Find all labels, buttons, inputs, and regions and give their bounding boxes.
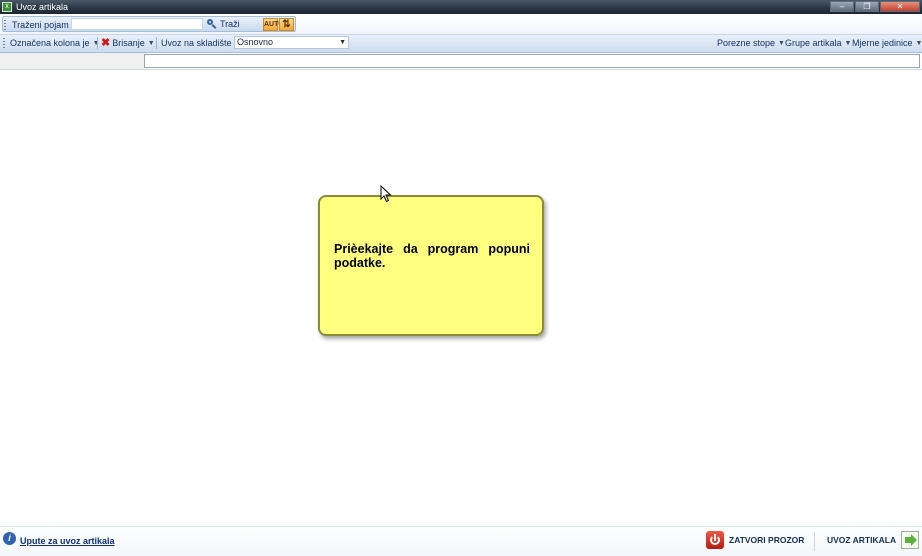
search-toolbar: Traženi pojam Traži AUTO ⇅: [0, 14, 922, 35]
search-strip: Traženi pojam Traži AUTO ⇅: [2, 16, 296, 32]
main-toolbar: Označena kolona je ▼ ✖ Brisanje ▼ Uvoz n…: [0, 35, 922, 53]
units-label: Mjerne jedinice: [852, 38, 913, 48]
import-articles-button[interactable]: UVOZ ARTIKALA: [827, 531, 920, 549]
warehouse-select[interactable]: Osnovno ▼: [234, 36, 349, 49]
toolbar-grip-icon[interactable]: [3, 38, 5, 48]
marked-column-label: Označena kolona je: [10, 38, 90, 48]
warehouse-value: Osnovno: [237, 37, 274, 47]
minimize-icon[interactable]: –: [830, 1, 854, 12]
wait-message-text: Prièekajte da program popuni podatke.: [334, 242, 530, 270]
arrow-right-icon: [901, 531, 920, 549]
magnifier-icon: [207, 19, 217, 29]
window-controls: – ❐ ✕: [829, 1, 920, 12]
mouse-cursor-icon: [380, 185, 392, 203]
power-icon: [706, 531, 724, 549]
delete-label: Brisanje: [112, 38, 145, 48]
close-icon[interactable]: ✕: [880, 1, 920, 12]
search-button-label: Traži: [220, 19, 240, 29]
restore-icon[interactable]: ❐: [855, 1, 879, 12]
chevron-down-icon: ▼: [778, 39, 785, 47]
info-icon: i: [3, 532, 16, 545]
excel-sheet-icon: x: [2, 2, 12, 12]
status-divider: [814, 532, 815, 551]
window-title: Uvoz artikala: [16, 2, 69, 12]
article-groups-menu[interactable]: Grupe artikala ▼: [785, 38, 851, 48]
chevron-down-icon: ▼: [844, 39, 852, 47]
chevron-down-icon: ▼: [147, 39, 155, 47]
auto-width-columns-icon[interactable]: AUTO: [263, 18, 284, 31]
tax-rates-menu[interactable]: Porezne stope ▼: [717, 38, 785, 48]
title-bar: x Uvoz artikala – ❐ ✕: [0, 0, 922, 14]
import-articles-label: UVOZ ARTIKALA: [827, 535, 897, 545]
delete-x-icon: ✖: [101, 36, 111, 49]
close-window-button[interactable]: ZATVORI PROZOR: [706, 531, 804, 549]
toolbar-divider: [156, 37, 157, 49]
marked-column-dropdown[interactable]: Označena kolona je ▼: [10, 38, 100, 48]
search-input[interactable]: [71, 18, 203, 30]
chevron-down-icon: ▼: [915, 39, 922, 47]
warehouse-label: Uvoz na skladište :: [161, 38, 237, 48]
search-label: Traženi pojam: [12, 20, 69, 30]
toolbar-grip-icon[interactable]: [4, 20, 6, 30]
search-button[interactable]: Traži: [207, 19, 240, 29]
grid-row-header: [0, 53, 144, 69]
chevron-down-icon: ▼: [339, 39, 346, 46]
sort-columns-icon[interactable]: ⇅: [279, 18, 294, 31]
close-window-label: ZATVORI PROZOR: [729, 535, 805, 545]
units-menu[interactable]: Mjerne jedinice ▼: [852, 38, 922, 48]
status-bar: i Upute za uvoz artikala ZATVORI PROZOR …: [0, 526, 922, 556]
article-groups-label: Grupe artikala: [785, 38, 842, 48]
toolbar-divider: [97, 37, 98, 49]
grid-header-row: [0, 53, 922, 70]
grid-cell[interactable]: [144, 54, 920, 68]
wait-message-box: Prièekajte da program popuni podatke.: [318, 195, 544, 336]
tax-rates-label: Porezne stope: [717, 38, 776, 48]
help-link[interactable]: Upute za uvoz artikala: [20, 536, 115, 546]
delete-dropdown[interactable]: ✖ Brisanje ▼: [101, 36, 155, 49]
